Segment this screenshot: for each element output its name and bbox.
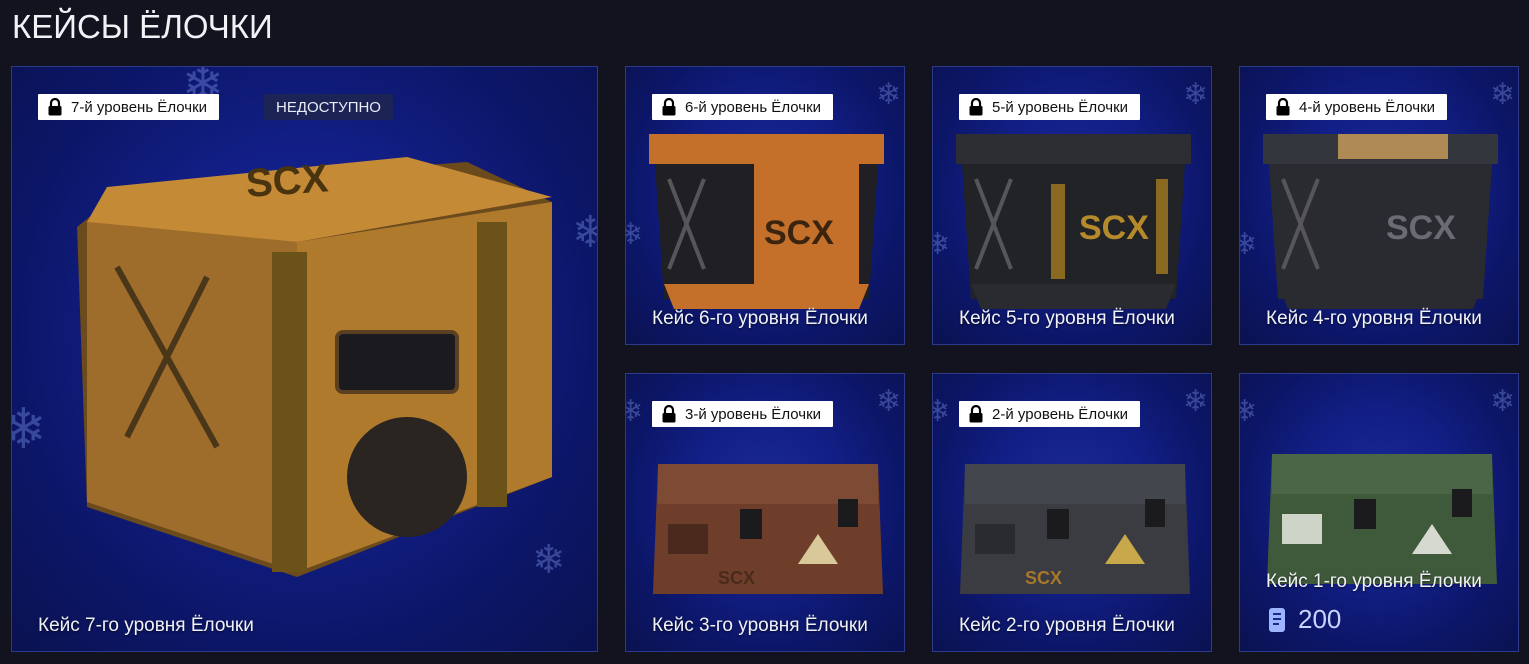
case-name: Кейс 7-го уровня Ёлочки (38, 615, 254, 636)
lock-icon (662, 98, 676, 116)
snowflake-icon: ❄ (572, 207, 597, 258)
level-badge-text: 6-й уровень Ёлочки (685, 98, 822, 116)
snowflake-icon: ❄ (1240, 227, 1257, 262)
level-badge: 2-й уровень Ёлочки (959, 401, 1141, 427)
level-badge: 7-й уровень Ёлочки (38, 94, 220, 120)
svg-text:SCX: SCX (245, 156, 330, 206)
svg-text:SCX: SCX (1386, 209, 1456, 247)
svg-text:SCX: SCX (1079, 209, 1149, 247)
case-card-level-2[interactable]: ❄ ❄ SCX 2-й уровень Ёлочки Кейс 2-го уро… (932, 373, 1212, 652)
lock-icon (1276, 98, 1290, 116)
level-badge-text: 7-й уровень Ёлочки (71, 98, 208, 116)
page-title: КЕЙСЫ ЁЛОЧКИ (12, 8, 273, 45)
case-name: Кейс 6-го уровня Ёлочки (652, 308, 868, 329)
case-card-level-4[interactable]: ❄ ❄ SCX 4-й уровень Ёлочки Кейс 4-го уро… (1239, 66, 1519, 345)
lock-icon (662, 405, 676, 423)
snowflake-icon: ❄ (876, 77, 902, 112)
snowflake-icon: ❄ (12, 397, 47, 462)
lock-icon (48, 98, 62, 116)
level-badge: 6-й уровень Ёлочки (652, 94, 834, 120)
snowflake-icon: ❄ (626, 394, 643, 429)
case-name: Кейс 4-го уровня Ёлочки (1266, 308, 1482, 329)
case-price: 200 (1266, 604, 1341, 635)
snowflake-icon: ❄ (1183, 77, 1209, 112)
case-image: SCX (77, 156, 552, 577)
level-badge-text: 3-й уровень Ёлочки (685, 405, 822, 423)
case-image: SCX (956, 134, 1191, 309)
svg-text:SCX: SCX (1025, 568, 1062, 588)
case-name: Кейс 3-го уровня Ёлочки (652, 615, 868, 636)
coin-icon (1269, 607, 1285, 632)
lock-icon (969, 98, 983, 116)
level-badge-text: 5-й уровень Ёлочки (992, 98, 1129, 116)
case-name: Кейс 5-го уровня Ёлочки (959, 308, 1175, 329)
case-name: Кейс 2-го уровня Ёлочки (959, 615, 1175, 636)
snowflake-icon: ❄ (1490, 384, 1516, 419)
snowflake-icon: ❄ (933, 394, 950, 429)
lock-icon (969, 405, 983, 423)
case-image: SCX (649, 134, 884, 309)
snowflake-icon: ❄ (1183, 384, 1209, 419)
case-name: Кейс 1-го уровня Ёлочки (1266, 571, 1482, 592)
svg-text:SCX: SCX (718, 568, 755, 588)
case-image: SCX (960, 464, 1190, 594)
level-badge: 4-й уровень Ёлочки (1266, 94, 1448, 120)
level-badge-text: 4-й уровень Ёлочки (1299, 98, 1436, 116)
unavailable-badge: НЕДОСТУПНО (264, 94, 393, 120)
snowflake-icon: ❄ (1490, 77, 1516, 112)
snowflake-icon: ❄ (876, 384, 902, 419)
case-card-level-6[interactable]: ❄ ❄ SCX 6-й уровень Ёлочки Кейс 6-го уро… (625, 66, 905, 345)
level-badge-text: 2-й уровень Ёлочки (992, 405, 1129, 423)
case-image: SCX (653, 464, 883, 594)
snowflake-icon: ❄ (626, 217, 643, 252)
svg-text:SCX: SCX (764, 214, 834, 252)
level-badge: 3-й уровень Ёлочки (652, 401, 834, 427)
case-card-level-1[interactable]: ❄ ❄ Кейс 1-го уровня Ёлочки 200 (1239, 373, 1519, 652)
case-card-level-3[interactable]: ❄ ❄ SCX 3-й уровень Ёлочки Кейс 3-го уро… (625, 373, 905, 652)
case-card-level-5[interactable]: ❄ ❄ SCX 5-й уровень Ёлочки Кейс 5-го уро… (932, 66, 1212, 345)
price-value: 200 (1298, 604, 1342, 634)
case-card-level-7[interactable]: ❄ ❄ ❄ ❄ SCX 7-й уровень Ёлочки НЕДОСТУПН… (11, 66, 598, 652)
snowflake-icon: ❄ (933, 227, 950, 262)
snowflake-icon: ❄ (1240, 394, 1257, 429)
level-badge: 5-й уровень Ёлочки (959, 94, 1141, 120)
case-image: SCX (1263, 134, 1498, 309)
